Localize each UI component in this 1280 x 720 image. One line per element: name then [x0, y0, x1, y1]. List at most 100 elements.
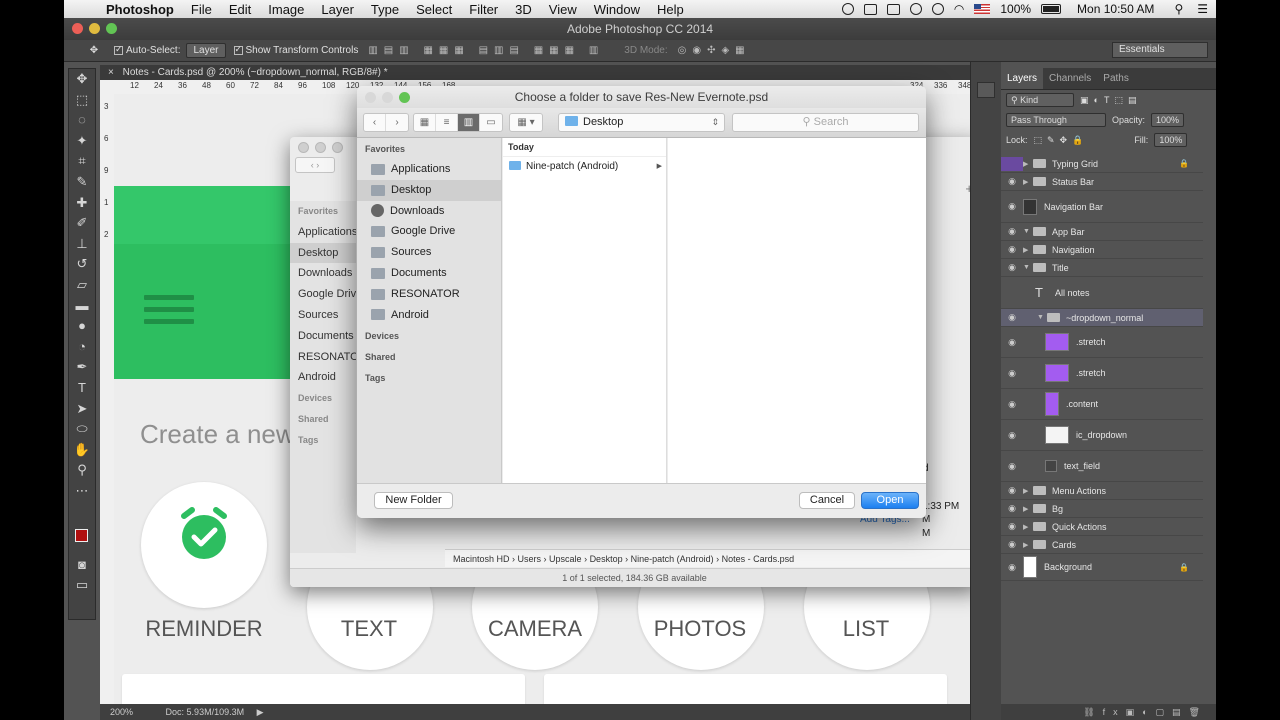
3d-tools-icon[interactable]: ◎◉✣◈▦	[678, 45, 751, 56]
eye-icon[interactable]: ◉	[1001, 503, 1023, 514]
menu-help[interactable]: Help	[657, 2, 684, 17]
path-macintosh-hd[interactable]: Macintosh HD	[453, 554, 510, 564]
auto-select-dropdown[interactable]: Layer	[186, 43, 226, 58]
cancel-button[interactable]: Cancel	[799, 492, 855, 509]
forward-icon[interactable]: ›	[386, 114, 408, 131]
icon-view-icon[interactable]: ▦	[414, 114, 436, 131]
expand-arrow-icon[interactable]: ▶	[1023, 246, 1033, 254]
location-popup[interactable]: Desktop ⇕	[558, 113, 725, 132]
sidebar-item-applications[interactable]: Applications	[357, 159, 501, 180]
history-brush-icon[interactable]: ↺	[69, 254, 95, 275]
screen-mode-icon[interactable]: ▭	[69, 575, 95, 596]
eye-icon[interactable]: ◉	[1001, 521, 1023, 532]
minimize-icon[interactable]	[89, 23, 100, 34]
eye-icon[interactable]: ◉	[1001, 430, 1023, 441]
layer-status-bar[interactable]: ◉ ▶ Status Bar	[1001, 173, 1203, 191]
close-tab-icon[interactable]: ×	[108, 67, 114, 78]
menu-select[interactable]: Select	[416, 2, 452, 17]
tab-paths[interactable]: Paths	[1097, 68, 1135, 89]
eyedropper-icon[interactable]: ✎	[69, 172, 95, 193]
menu-type[interactable]: Type	[371, 2, 399, 17]
visibility-toggle[interactable]	[1001, 156, 1023, 171]
close-icon[interactable]	[365, 92, 376, 103]
menubar-clock[interactable]: Mon 10:50 AM	[1077, 2, 1154, 16]
layer-text-field[interactable]: ◉ text_field	[1001, 451, 1203, 482]
folder-row-nine-patch[interactable]: Nine-patch (Android) ▶	[503, 157, 666, 176]
list-view-icon[interactable]: ≡	[436, 114, 458, 131]
path-desktop[interactable]: Desktop	[590, 554, 623, 564]
menu-3d[interactable]: 3D	[515, 2, 532, 17]
layer-cards[interactable]: ◉ ▶ Cards	[1001, 536, 1203, 554]
stamp-icon[interactable]: ⊥	[69, 234, 95, 255]
layer-app-bar[interactable]: ◉ ▼ App Bar	[1001, 223, 1203, 241]
sidebar-item-desktop[interactable]: Desktop	[357, 179, 501, 201]
tab-channels[interactable]: Channels	[1043, 68, 1097, 89]
zoom-icon[interactable]	[399, 92, 410, 103]
healing-icon[interactable]: ✚	[69, 193, 95, 214]
collapse-arrow-icon[interactable]: ▼	[1037, 314, 1047, 321]
tab-layers[interactable]: Layers	[1001, 68, 1044, 89]
devices-header[interactable]: Devices	[357, 326, 501, 346]
back-icon[interactable]: ‹	[364, 114, 386, 131]
eye-icon[interactable]: ◉	[1001, 485, 1023, 496]
filter-icons[interactable]: ▣◐T⬚▤	[1080, 95, 1141, 106]
dodge-icon[interactable]: ◔	[69, 337, 95, 358]
coverflow-view-icon[interactable]: ▭	[480, 114, 502, 131]
path-users[interactable]: Users	[518, 554, 542, 564]
layer-all-notes[interactable]: T All notes	[1001, 277, 1203, 309]
marquee-icon[interactable]: ⬚	[69, 90, 95, 111]
display-icon[interactable]	[886, 3, 900, 15]
info-icon[interactable]	[841, 3, 854, 15]
doc-size[interactable]: Doc: 5.93M/109.3M	[166, 707, 245, 717]
shape-icon[interactable]: ⬭	[69, 419, 95, 440]
menu-file[interactable]: File	[191, 2, 212, 17]
zoom-level[interactable]: 200%	[110, 707, 133, 717]
status-arrow-icon[interactable]: ▶	[257, 707, 264, 717]
menu-photoshop[interactable]: Photoshop	[106, 2, 174, 17]
eye-icon[interactable]: ◉	[1001, 539, 1023, 550]
battery-icon[interactable]	[1041, 4, 1062, 14]
blend-mode-dropdown[interactable]: Pass Through	[1006, 113, 1106, 127]
open-button[interactable]: Open	[861, 492, 919, 509]
vertical-ruler[interactable]: 3 6 9 1 2	[100, 94, 114, 704]
crop-icon[interactable]: ⌗	[69, 151, 95, 172]
eye-icon[interactable]: ◉	[1001, 201, 1023, 212]
layer-stretch[interactable]: ◉ .stretch	[1001, 327, 1203, 358]
layer-ic-dropdown[interactable]: ◉ ic_dropdown	[1001, 420, 1203, 451]
move-icon[interactable]: ✥	[69, 69, 95, 90]
eye-icon[interactable]: ◉	[1001, 312, 1023, 323]
pen-icon[interactable]: ✒	[69, 357, 95, 378]
expand-arrow-icon[interactable]: ▶	[1023, 178, 1033, 186]
layer-title[interactable]: ◉ ▼ Title	[1001, 259, 1203, 277]
type-icon[interactable]: T	[69, 378, 95, 399]
layer-navigation-bar[interactable]: ◉ Navigation Bar	[1001, 191, 1203, 223]
menu-image[interactable]: Image	[268, 2, 304, 17]
path-nine-patch[interactable]: Nine-patch (Android)	[631, 554, 714, 564]
sync-icon[interactable]	[909, 3, 922, 15]
expand-arrow-icon[interactable]: ▶	[1023, 160, 1033, 168]
align-buttons-icon[interactable]: ▥▤▥ ▦▦▦ ▤▥▤ ▦▦▦ ▥	[368, 45, 604, 56]
menu-edit[interactable]: Edit	[229, 2, 251, 17]
sidebar-item-downloads[interactable]: Downloads	[357, 201, 501, 222]
layer-background[interactable]: ◉ Background 🔒	[1001, 554, 1203, 581]
path-select-icon[interactable]: ➤	[69, 399, 95, 420]
more-tools-icon[interactable]: ⋯	[69, 481, 95, 502]
layer-quick-actions[interactable]: ◉ ▶ Quick Actions	[1001, 518, 1203, 536]
collapse-arrow-icon[interactable]: ▼	[1023, 228, 1033, 235]
menu-window[interactable]: Window	[594, 2, 640, 17]
layer-navigation[interactable]: ◉ ▶ Navigation	[1001, 241, 1203, 259]
move-tool-icon[interactable]: ✥	[82, 45, 106, 56]
sidebar-item-sources[interactable]: Sources	[357, 242, 501, 263]
sidebar-item-documents[interactable]: Documents	[357, 263, 501, 284]
eye-icon[interactable]: ◉	[1001, 226, 1023, 237]
eye-icon[interactable]: ◉	[1001, 176, 1023, 187]
layer-stretch[interactable]: ◉ .stretch	[1001, 358, 1203, 389]
minimize-icon[interactable]	[382, 92, 393, 103]
new-folder-button[interactable]: New Folder	[374, 492, 453, 509]
blur-icon[interactable]: ●	[69, 316, 95, 337]
gradient-icon[interactable]: ▬	[69, 296, 95, 317]
path-notes-cards[interactable]: Notes - Cards.psd	[722, 554, 795, 564]
sidebar-item-google-drive[interactable]: Google Drive	[357, 221, 501, 242]
quick-mask-icon[interactable]: ◙	[69, 555, 95, 576]
column-view-icon[interactable]: ▥	[458, 114, 480, 131]
